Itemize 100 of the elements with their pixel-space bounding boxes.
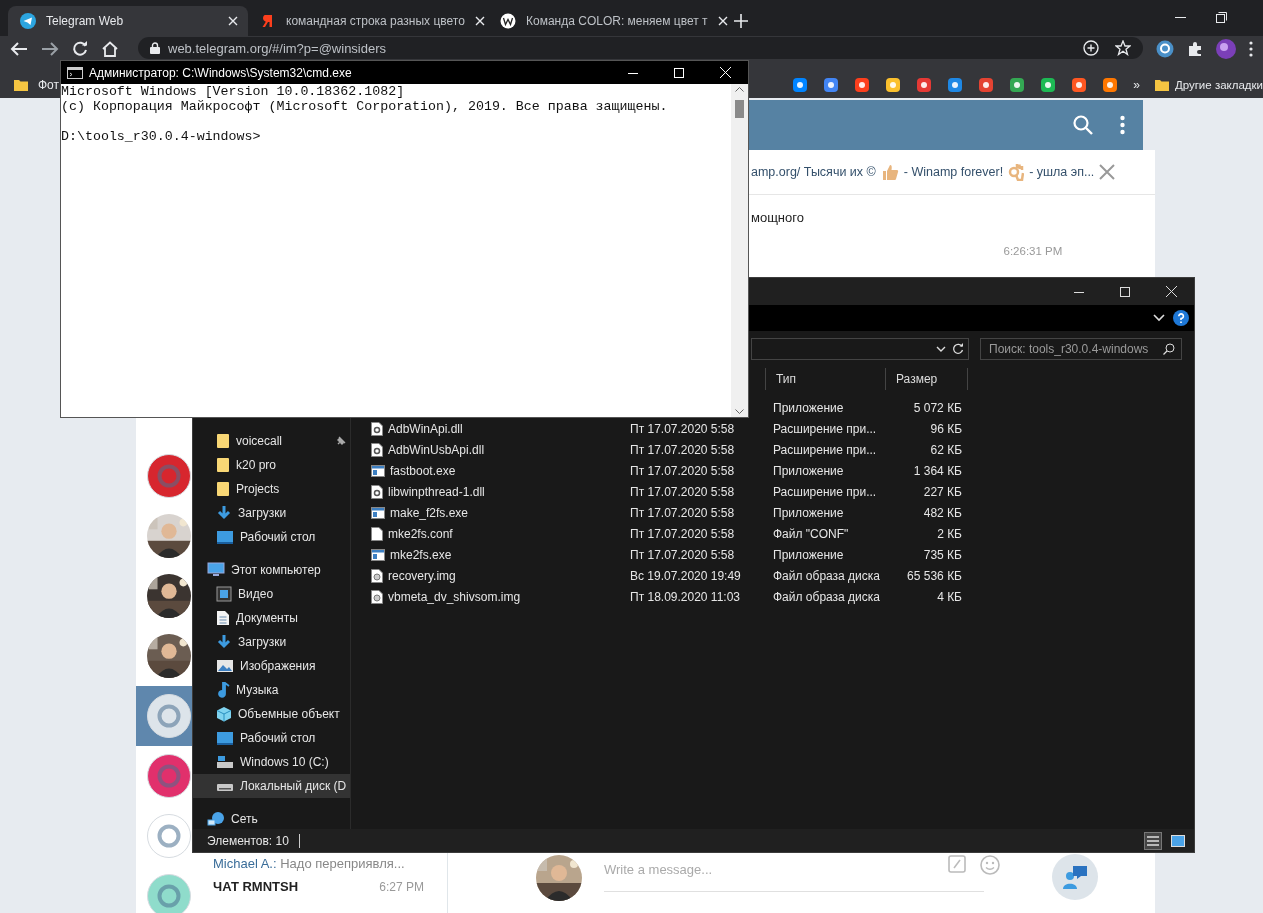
refresh-icon[interactable] bbox=[952, 342, 964, 355]
bookmark[interactable]: Фот bbox=[14, 78, 60, 92]
column-header[interactable]: Размер bbox=[896, 372, 938, 386]
file-name[interactable]: mke2fs.exe bbox=[390, 547, 452, 562]
browser-tab[interactable]: Telegram Web bbox=[8, 6, 248, 36]
bookmark-icon[interactable] bbox=[1102, 77, 1119, 93]
maximize-icon bbox=[674, 67, 684, 78]
nav-item[interactable]: Рабочий стол bbox=[193, 525, 350, 549]
scrollbar-thumb[interactable] bbox=[735, 100, 744, 118]
chevron-down-icon[interactable] bbox=[1153, 314, 1165, 322]
maximize-icon bbox=[1120, 286, 1130, 297]
search-field[interactable]: Поиск: tools_r30.0.4-windows bbox=[980, 337, 1182, 360]
file-type: Файл образа диска bbox=[773, 589, 880, 604]
chevron-down-icon[interactable] bbox=[936, 345, 946, 352]
nav-item[interactable]: Загрузки bbox=[193, 630, 350, 654]
nav-item[interactable]: k20 pro bbox=[193, 453, 350, 477]
drive-icon bbox=[216, 755, 234, 769]
file-name[interactable]: fastboot.exe bbox=[390, 463, 456, 478]
bookmark-icon[interactable] bbox=[792, 77, 809, 93]
help-icon[interactable] bbox=[1173, 310, 1189, 326]
avatar bbox=[147, 694, 191, 738]
file-size: 96 КБ bbox=[930, 421, 962, 436]
file-size: 62 КБ bbox=[930, 442, 962, 457]
bookmark-icon[interactable] bbox=[823, 77, 840, 93]
avatar bbox=[147, 454, 191, 498]
avatar-icon[interactable] bbox=[1216, 39, 1236, 59]
gear-file-icon bbox=[371, 442, 383, 457]
gear-file-icon bbox=[371, 421, 383, 436]
message-field[interactable]: Write a message... bbox=[604, 854, 984, 892]
restore-icon[interactable] bbox=[1216, 12, 1227, 23]
browser-tab[interactable]: Команда COLOR: меняем цвет т bbox=[488, 6, 728, 36]
file-size: 1 364 КБ bbox=[913, 463, 962, 478]
pinned-text[interactable]: amp.org/ Тысячи их © bbox=[751, 165, 876, 179]
file-date: Пт 17.07.2020 5:58 bbox=[630, 463, 735, 478]
file-name[interactable]: make_f2fs.exe bbox=[390, 505, 469, 520]
nav-item[interactable]: Изображения bbox=[193, 654, 350, 678]
search-icon bbox=[1163, 342, 1175, 355]
scroll-up-icon[interactable] bbox=[735, 87, 744, 92]
file-date: Пт 17.07.2020 5:58 bbox=[630, 547, 735, 562]
scroll-down-icon[interactable] bbox=[735, 409, 744, 414]
bookmark-icon[interactable] bbox=[854, 77, 871, 93]
add-circle-icon[interactable] bbox=[1083, 40, 1099, 56]
browser-tab[interactable]: командная строка разных цвето bbox=[248, 6, 488, 36]
bookmark-icon[interactable] bbox=[1009, 77, 1026, 93]
file-type: Расширение при... bbox=[773, 442, 877, 457]
puzzle-icon[interactable] bbox=[1187, 41, 1203, 57]
pinned-text[interactable]: - Winamp forever! bbox=[903, 165, 1004, 179]
nav-item[interactable]: Объемные объект bbox=[193, 702, 350, 726]
file-name[interactable]: recovery.img bbox=[388, 568, 456, 583]
menu-icon[interactable] bbox=[1249, 41, 1253, 57]
chat-item[interactable] bbox=[136, 686, 192, 746]
back-icon[interactable] bbox=[10, 41, 28, 57]
forward-icon[interactable] bbox=[41, 41, 59, 57]
file-name[interactable]: AdbWinApi.dll bbox=[388, 421, 463, 436]
nav-item[interactable]: Сеть bbox=[193, 807, 350, 831]
search-icon[interactable] bbox=[1073, 115, 1093, 135]
message-text: мощного bbox=[751, 210, 804, 225]
pinned-text[interactable]: - ушла эп... bbox=[1029, 165, 1095, 179]
bookmark[interactable]: Другие закладки bbox=[1154, 79, 1263, 91]
nav-item[interactable]: Рабочий стол bbox=[193, 726, 350, 750]
url-field[interactable]: web.telegram.org/#/im?p=@winsiders bbox=[168, 40, 1075, 56]
nav-item[interactable]: Projects bbox=[193, 477, 350, 501]
star-icon[interactable] bbox=[1115, 40, 1131, 56]
address-field[interactable] bbox=[751, 337, 969, 360]
file-date: Пт 17.07.2020 5:58 bbox=[630, 442, 735, 457]
nav-item[interactable]: Локальный диск (D bbox=[193, 774, 350, 798]
scrollbar[interactable] bbox=[731, 84, 748, 417]
home-icon[interactable] bbox=[101, 41, 119, 57]
file-name[interactable]: mke2fs.conf bbox=[388, 526, 453, 541]
bookmark-icon[interactable] bbox=[916, 77, 933, 93]
more-bookmarks[interactable]: » bbox=[1133, 78, 1140, 92]
plus-icon[interactable] bbox=[734, 14, 748, 28]
send-button[interactable] bbox=[1052, 854, 1098, 900]
extension-icon[interactable] bbox=[1156, 40, 1174, 58]
avatar bbox=[147, 874, 191, 913]
image-icon bbox=[216, 659, 234, 673]
column-header[interactable]: Тип bbox=[776, 372, 796, 386]
file-name[interactable]: AdbWinUsbApi.dll bbox=[388, 442, 485, 457]
bookmark-icon[interactable] bbox=[947, 77, 964, 93]
bookmark-icon[interactable] bbox=[1071, 77, 1088, 93]
close-icon bbox=[1165, 286, 1177, 297]
nav-item[interactable]: Этот компьютер bbox=[193, 558, 350, 582]
bookmark-icon[interactable] bbox=[1040, 77, 1057, 93]
nav-item[interactable]: Загрузки bbox=[193, 501, 350, 525]
desktop-icon bbox=[216, 530, 234, 544]
file-name[interactable]: vbmeta_dv_shivsom.img bbox=[388, 589, 521, 604]
view-button[interactable] bbox=[1144, 831, 1162, 850]
nav-item[interactable]: voicecall bbox=[193, 429, 350, 453]
folder-icon bbox=[216, 433, 230, 449]
nav-item[interactable]: Видео bbox=[193, 582, 350, 606]
bookmark-icon[interactable] bbox=[978, 77, 995, 93]
nav-item[interactable]: Документы bbox=[193, 606, 350, 630]
file-name[interactable]: libwinpthread-1.dll bbox=[388, 484, 485, 499]
desktop-icon bbox=[216, 731, 234, 745]
nav-item[interactable]: Музыка bbox=[193, 678, 350, 702]
console-line: Microsoft Windows [Version 10.0.18362.1082] bbox=[61, 84, 406, 99]
nav-item[interactable]: Windows 10 (C:) bbox=[193, 750, 350, 774]
bookmark-icon[interactable] bbox=[885, 77, 902, 93]
reload-icon[interactable] bbox=[72, 41, 88, 57]
lock-icon bbox=[150, 42, 160, 54]
